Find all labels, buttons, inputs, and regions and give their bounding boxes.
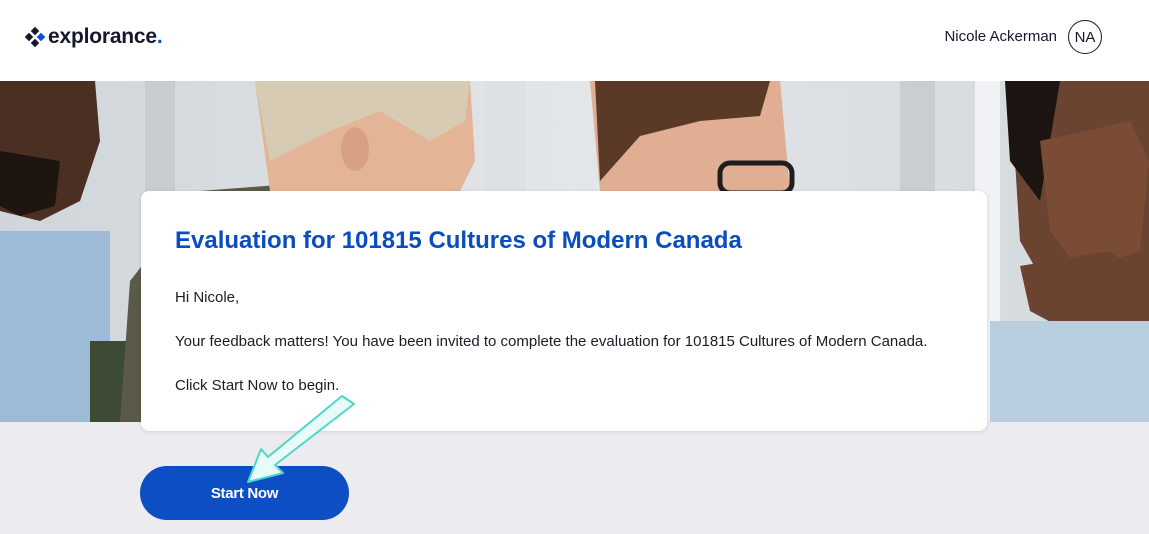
instruction-text: Click Start Now to begin. xyxy=(175,377,340,394)
logo-dot: . xyxy=(156,25,163,48)
top-bar: explorance. Nicole Ackerman NA xyxy=(0,0,1149,81)
evaluation-card: Evaluation for 101815 Cultures of Modern… xyxy=(141,191,987,431)
user-avatar[interactable]: NA xyxy=(1068,20,1102,54)
logo-text: explorance xyxy=(48,25,157,48)
logo-mark-icon xyxy=(24,26,46,48)
evaluation-title: Evaluation for 101815 Cultures of Modern… xyxy=(175,227,742,254)
explorance-logo[interactable]: explorance. xyxy=(24,22,163,52)
greeting-text: Hi Nicole, xyxy=(175,289,240,306)
user-name[interactable]: Nicole Ackerman xyxy=(944,28,1057,45)
invitation-text: Your feedback matters! You have been inv… xyxy=(175,333,928,350)
start-now-button[interactable]: Start Now xyxy=(140,466,349,520)
